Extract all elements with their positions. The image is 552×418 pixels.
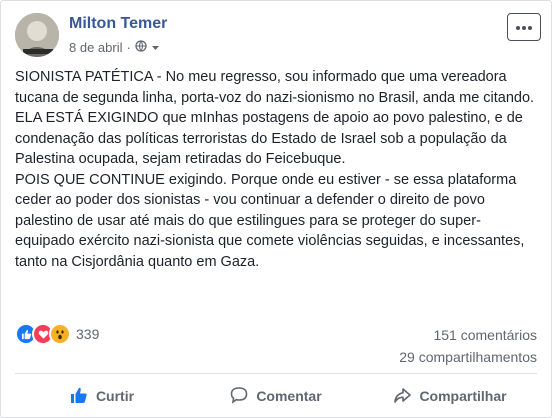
chevron-down-icon[interactable] [151, 40, 160, 55]
more-options-button[interactable] [507, 13, 541, 41]
more-options-icon [515, 18, 533, 36]
share-label: Compartilhar [419, 388, 507, 404]
thumbs-up-icon [70, 386, 88, 407]
meta-separator: · [126, 40, 131, 55]
post-paragraph: ELA ESTÁ EXIGINDO que mInhas postagens d… [15, 110, 523, 167]
comment-icon [230, 386, 248, 407]
post-header: Milton Temer 8 de abril · [15, 13, 541, 59]
share-button[interactable]: Compartilhar [363, 377, 537, 415]
shares-count-link[interactable]: 29 compartilhamentos [399, 346, 537, 368]
post-actions-bar: Curtir Comentar Compartilhar [15, 377, 537, 415]
like-label: Curtir [95, 388, 135, 404]
post-card: Milton Temer 8 de abril · SIONISTA PATÉT… [0, 0, 552, 418]
post-stats: 151 comentários 29 compartilhamentos [399, 324, 537, 368]
wow-reaction-icon [49, 323, 71, 345]
post-date[interactable]: 8 de abril [69, 40, 122, 55]
comments-count-link[interactable]: 151 comentários [399, 324, 537, 346]
reaction-count: 339 [76, 326, 100, 342]
post-meta: 8 de abril · [69, 40, 160, 55]
post-body: SIONISTA PATÉTICA - No meu regresso, sou… [15, 67, 540, 272]
comment-label: Comentar [256, 388, 322, 404]
actions-divider [15, 373, 537, 374]
like-button[interactable]: Curtir [15, 377, 189, 415]
share-icon [393, 386, 412, 407]
globe-icon [135, 40, 147, 55]
comment-button[interactable]: Comentar [189, 377, 363, 415]
post-paragraph: SIONISTA PATÉTICA - No meu regresso, sou… [15, 69, 535, 106]
reactions-summary[interactable]: 339 [15, 323, 99, 345]
post-paragraph: POIS QUE CONTINUE exigindo. Porque onde … [15, 171, 525, 270]
author-avatar[interactable] [15, 13, 59, 57]
author-name[interactable]: Milton Temer [69, 15, 167, 33]
